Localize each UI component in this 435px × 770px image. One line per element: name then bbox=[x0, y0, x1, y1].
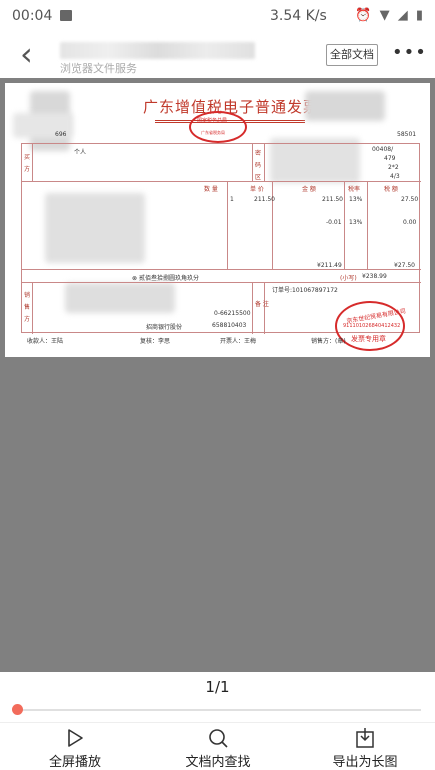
alarm-icon: ⏰ bbox=[355, 8, 374, 23]
payee: 收款人：王陆 bbox=[27, 338, 64, 345]
document-viewer[interactable]: 广东增值税电子普通发票 国家税务总局 广东省税务局 696 58501 买 方 … bbox=[0, 78, 435, 672]
buyer-label-2: 方 bbox=[24, 166, 31, 173]
page-slider-handle[interactable] bbox=[12, 704, 23, 715]
buyer-name: 个人 bbox=[74, 149, 87, 156]
table-line bbox=[252, 282, 253, 334]
seller-sign: 销售方：(章) bbox=[311, 338, 346, 345]
table-line bbox=[344, 181, 345, 269]
status-bar: 00:04 3.54 K/s ⏰ ▼ ◢ ▮ bbox=[0, 0, 435, 34]
seal-line3: 发票专用章 bbox=[351, 335, 386, 343]
password-line: 4/3 bbox=[390, 173, 400, 180]
row1-tax: 27.50 bbox=[401, 196, 419, 203]
table-line bbox=[32, 282, 33, 334]
order-number: 订单号:101067897172 bbox=[272, 287, 338, 294]
table-line bbox=[252, 144, 253, 181]
total-tax: ¥27.50 bbox=[394, 262, 415, 269]
col-tax: 税 额 bbox=[384, 186, 398, 193]
fullscreen-play-button[interactable]: 全屏播放 bbox=[30, 723, 120, 770]
total-small-label: (小写) bbox=[340, 275, 357, 282]
nav-bar: ‹ 浏览器文件服务 全部文档 ••• bbox=[0, 34, 435, 78]
table-line bbox=[227, 181, 228, 269]
table-line bbox=[32, 144, 33, 181]
total-words-text: 贰佰叁拾捌圆玖角玖分 bbox=[138, 275, 199, 282]
document-title-blurred bbox=[60, 42, 255, 59]
invoice-page: 广东增值税电子普通发票 国家税务总局 广东省税务局 696 58501 买 方 … bbox=[5, 83, 430, 357]
network-speed: 3.54 K/s bbox=[270, 8, 327, 24]
invoice-code-partial: 696 bbox=[55, 131, 67, 138]
table-line bbox=[22, 181, 421, 182]
invoice-code-right: 58501 bbox=[397, 131, 417, 138]
table-line bbox=[264, 282, 265, 334]
search-icon bbox=[209, 729, 228, 748]
fullscreen-play-label: 全屏播放 bbox=[48, 755, 101, 770]
battery-icon: ▮ bbox=[415, 8, 425, 23]
row1-tax-rate: 13% bbox=[349, 196, 363, 203]
table-line bbox=[22, 282, 421, 283]
seal-line2: 911101026840412432 bbox=[343, 323, 401, 329]
bottom-toolbar: 全屏播放 文档内查找 导出为长图 bbox=[0, 722, 435, 770]
buyer-label: 买 bbox=[24, 154, 31, 161]
wifi-icon: ▼ bbox=[379, 8, 392, 23]
row1-quantity: 1 bbox=[230, 196, 234, 203]
status-icons: ⏰ ▼ ◢ ▮ bbox=[355, 8, 425, 23]
col-tax-rate: 税率 bbox=[348, 186, 361, 193]
col-quantity: 数 量 bbox=[204, 186, 218, 193]
search-in-document-label: 文档内查找 bbox=[185, 755, 251, 770]
page-slider-track[interactable] bbox=[14, 709, 421, 711]
seller-label-3: 方 bbox=[24, 316, 31, 323]
row2-tax: 0.00 bbox=[403, 219, 417, 226]
back-icon[interactable]: ‹ bbox=[20, 38, 33, 70]
export-long-image-button[interactable]: 导出为长图 bbox=[318, 723, 412, 770]
table-line bbox=[272, 181, 273, 269]
page-bar: 1/1 bbox=[0, 672, 435, 722]
table-line bbox=[22, 269, 421, 270]
seller-account: 658810403 bbox=[212, 322, 247, 329]
signal-icon: ◢ bbox=[397, 8, 410, 23]
total-in-words: ⊗ 贰佰叁拾捌圆玖角玖分 bbox=[132, 275, 199, 282]
row2-tax-rate: 13% bbox=[349, 219, 363, 226]
seller-bank: 招商银行股份 bbox=[146, 324, 183, 331]
nav-subtitle: 浏览器文件服务 bbox=[60, 62, 137, 75]
password-area-label-3: 区 bbox=[255, 174, 262, 181]
search-in-document-button[interactable]: 文档内查找 bbox=[172, 723, 264, 770]
tax-stamp-line2: 广东省税务局 bbox=[201, 130, 225, 135]
all-documents-button[interactable]: 全部文档 bbox=[326, 44, 378, 66]
more-icon[interactable]: ••• bbox=[392, 42, 427, 63]
password-area-label: 密 bbox=[255, 150, 262, 157]
col-unit-price: 单 价 bbox=[250, 186, 264, 193]
total-small-value: ¥238.99 bbox=[362, 273, 387, 280]
seller-label: 销 bbox=[24, 292, 31, 299]
row1-unit-price: 211.50 bbox=[254, 196, 275, 203]
row1-amount: 211.50 bbox=[322, 196, 343, 203]
play-icon bbox=[68, 729, 83, 747]
page-indicator: 1/1 bbox=[205, 678, 230, 696]
tax-bureau-stamp: 国家税务总局 广东省税务局 bbox=[189, 111, 247, 143]
image-notification-icon bbox=[60, 10, 72, 21]
password-area-label-2: 码 bbox=[255, 162, 262, 169]
export-image-icon bbox=[356, 728, 374, 748]
reviewer: 复核：李思 bbox=[140, 338, 171, 345]
blurred-region bbox=[305, 91, 385, 121]
password-line: 2*2 bbox=[388, 164, 399, 171]
export-long-image-label: 导出为长图 bbox=[332, 755, 398, 770]
seller-label-2: 售 bbox=[24, 304, 31, 311]
issuer: 开票人：王梅 bbox=[220, 338, 257, 345]
seller-phone: 0-66215500 bbox=[214, 310, 251, 317]
table-line bbox=[367, 181, 368, 269]
table-line bbox=[264, 144, 265, 181]
password-line: 479 bbox=[384, 155, 396, 162]
password-line: 00408/ bbox=[372, 146, 394, 153]
row2-amount: -0.01 bbox=[326, 219, 342, 226]
col-amount: 金 额 bbox=[302, 186, 316, 193]
total-amount: ¥211.49 bbox=[317, 262, 342, 269]
status-time: 00:04 bbox=[12, 8, 53, 24]
remark-label: 备 注 bbox=[255, 301, 269, 308]
tax-stamp-line1: 国家税务总局 bbox=[197, 118, 228, 124]
